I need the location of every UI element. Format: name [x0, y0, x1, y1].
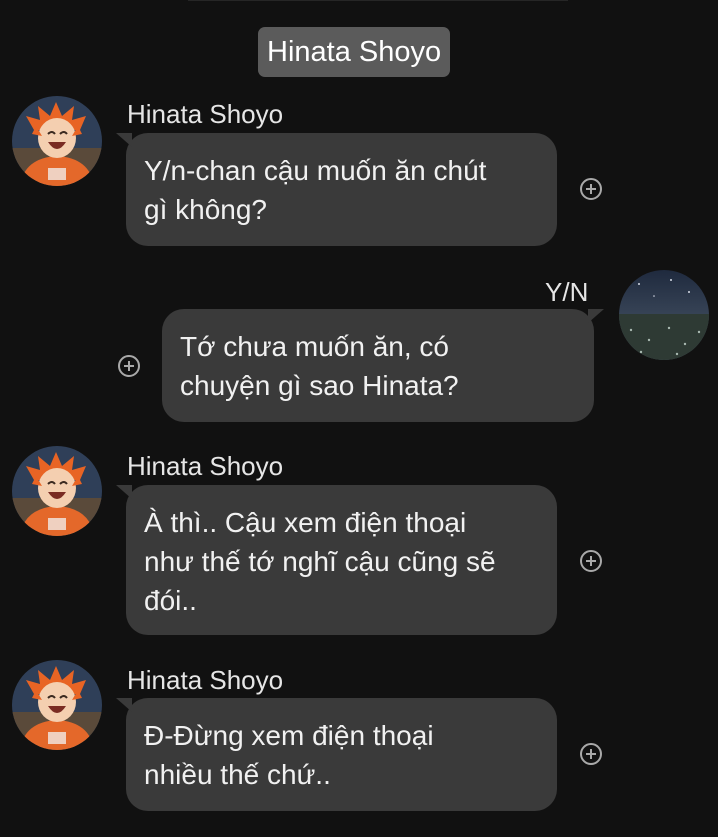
message-text-line: nhiều thế chứ.. [144, 759, 331, 790]
hinata-avatar[interactable] [12, 446, 102, 536]
sender-name: Y/N [545, 277, 589, 307]
sender-name: Hinata Shoyo [127, 665, 284, 695]
message-text-line: Đ-Đừng xem điện thoại [144, 720, 434, 751]
bubble-tail [116, 133, 132, 147]
bubble-tail [116, 698, 132, 712]
add-reaction-icon[interactable] [580, 550, 602, 572]
message-text-line: chuyện gì sao Hinata? [180, 370, 459, 401]
sender-name: Hinata Shoyo [127, 99, 284, 129]
sender-name: Hinata Shoyo [127, 451, 284, 481]
chat-title-badge[interactable]: Hinata Shoyo [258, 27, 451, 77]
user-avatar[interactable] [619, 270, 709, 360]
add-reaction-icon[interactable] [580, 178, 602, 200]
message-text-line: À thì.. Cậu xem điện thoại [144, 507, 467, 538]
message-bubble[interactable]: Tớ chưa muốn ăn, có chuyện gì sao Hinata… [162, 309, 604, 422]
add-reaction-icon[interactable] [580, 743, 602, 765]
message-bubble[interactable]: Y/n-chan cậu muốn ăn chút gì không? [116, 133, 557, 246]
message-text-line: đói.. [144, 585, 197, 616]
message-text-line: Tớ chưa muốn ăn, có [180, 331, 450, 362]
bubble-tail [588, 309, 604, 323]
message-text-line: Y/n-chan cậu muốn ăn chút [144, 155, 487, 186]
top-divider [188, 0, 568, 1]
bubble-tail [116, 485, 132, 499]
hinata-avatar[interactable] [12, 660, 102, 750]
add-reaction-icon[interactable] [118, 355, 140, 377]
hinata-avatar[interactable] [12, 96, 102, 186]
message-text-line: như thế tớ nghĩ cậu cũng sẽ [144, 546, 496, 577]
message-bubble[interactable]: À thì.. Cậu xem điện thoại như thế tớ ng… [116, 485, 557, 635]
message-text-line: gì không? [144, 194, 267, 225]
message-bubble[interactable]: Đ-Đừng xem điện thoại nhiều thế chứ.. [116, 698, 557, 811]
